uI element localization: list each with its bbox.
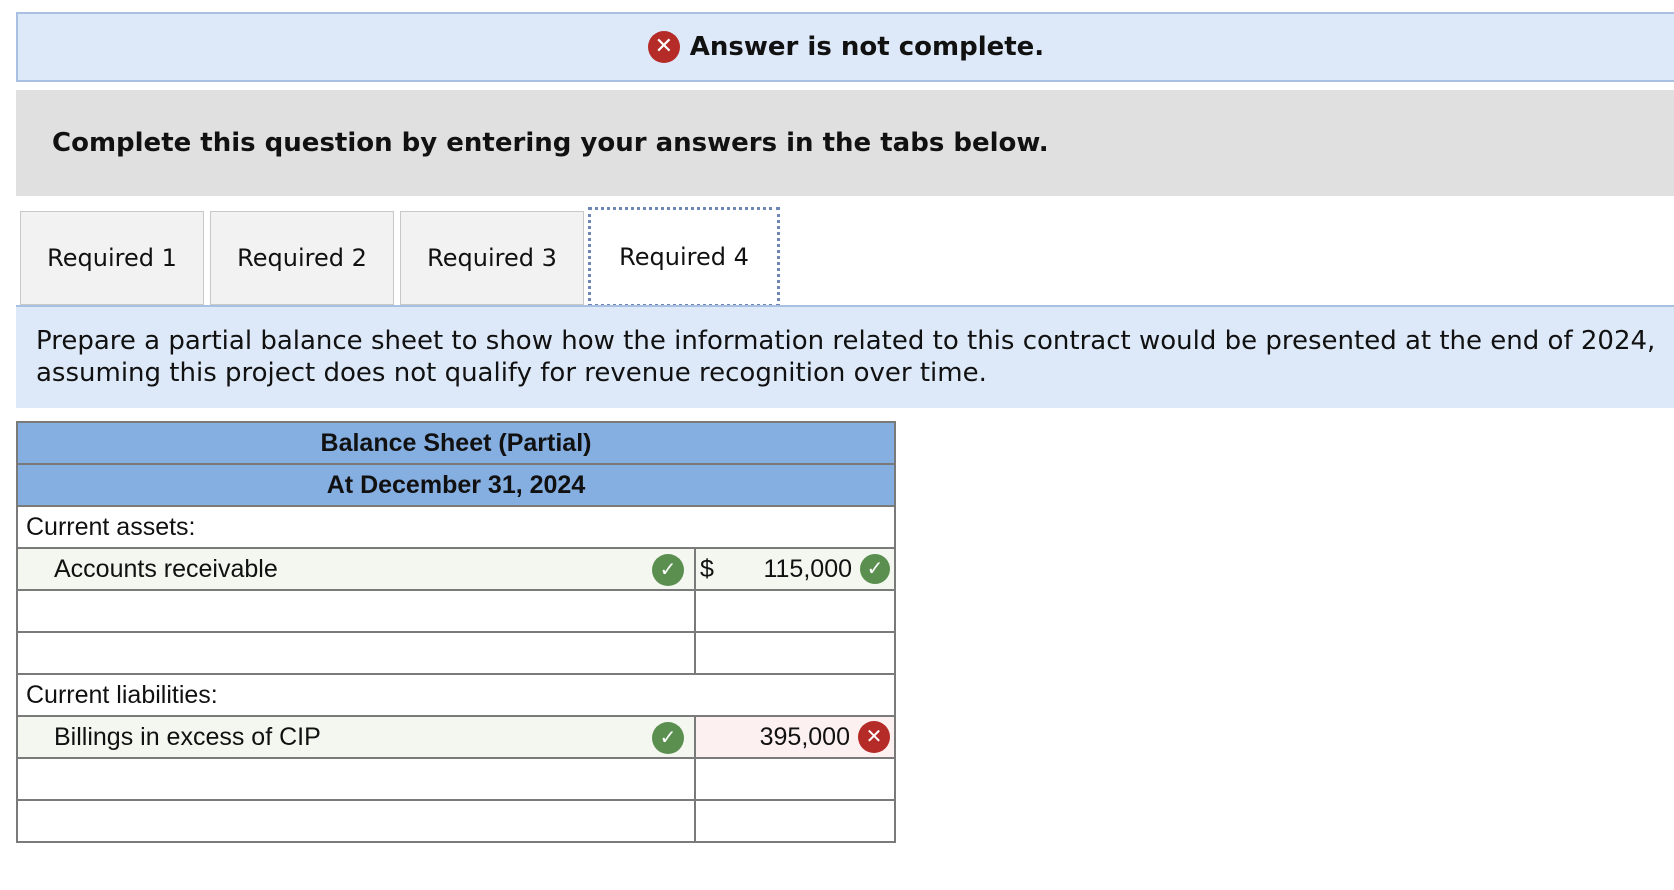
account-select-accounts-receivable[interactable]: Accounts receivable ✓ [16,547,696,591]
x-circle-icon: ✕ [647,31,680,63]
tab-required-2[interactable]: Required 2 [210,211,394,305]
account-select-empty[interactable] [16,631,696,675]
account-select-empty[interactable] [16,589,696,633]
amount-input-empty[interactable] [694,631,896,675]
amount-value: 395,000 [759,722,850,751]
balance-sheet-title: Balance Sheet (Partial) [16,421,896,465]
question-prompt: Prepare a partial balance sheet to show … [16,307,1674,408]
x-circle-icon: ✕ [858,721,890,753]
instructions-bar: Complete this question by entering your … [16,90,1674,196]
account-select-billings[interactable]: Billings in excess of CIP ✓ [16,715,696,759]
check-icon: ✓ [652,554,684,586]
check-icon: ✓ [652,722,684,754]
account-select-empty[interactable] [16,757,696,801]
table-row: Billings in excess of CIP ✓ 395,000 ✕ [16,715,896,759]
amount-input-billings[interactable]: 395,000 ✕ [694,715,896,759]
table-row [16,631,896,675]
balance-sheet-table: Balance Sheet (Partial) At December 31, … [16,421,896,843]
tab-required-1[interactable]: Required 1 [20,211,204,305]
table-row [16,757,896,801]
prompt-line-1: Prepare a partial balance sheet to show … [36,326,1656,356]
amount-input-empty[interactable] [694,757,896,801]
table-row: Accounts receivable ✓ $ 115,000 ✓ [16,547,896,591]
prompt-line-2: assuming this project does not qualify f… [36,358,987,388]
account-select-empty[interactable] [16,799,696,843]
amount-value: 115,000 [763,554,852,583]
tab-required-3[interactable]: Required 3 [400,211,584,305]
table-row [16,589,896,633]
currency-symbol: $ [700,554,714,583]
check-icon: ✓ [860,554,890,584]
account-label: Accounts receivable [54,554,278,583]
status-banner: ✕ Answer is not complete. [16,12,1674,82]
amount-input-accounts-receivable[interactable]: $ 115,000 ✓ [694,547,896,591]
tab-required-4[interactable]: Required 4 [588,207,780,307]
account-label: Billings in excess of CIP [54,722,321,751]
table-row [16,799,896,843]
balance-sheet-date: At December 31, 2024 [16,463,896,507]
status-text: Answer is not complete. [689,32,1045,62]
amount-input-empty[interactable] [694,799,896,843]
amount-input-empty[interactable] [694,589,896,633]
current-liabilities-heading: Current liabilities: [16,673,896,717]
current-assets-heading: Current assets: [16,505,896,549]
instructions-text: Complete this question by entering your … [52,128,1049,158]
